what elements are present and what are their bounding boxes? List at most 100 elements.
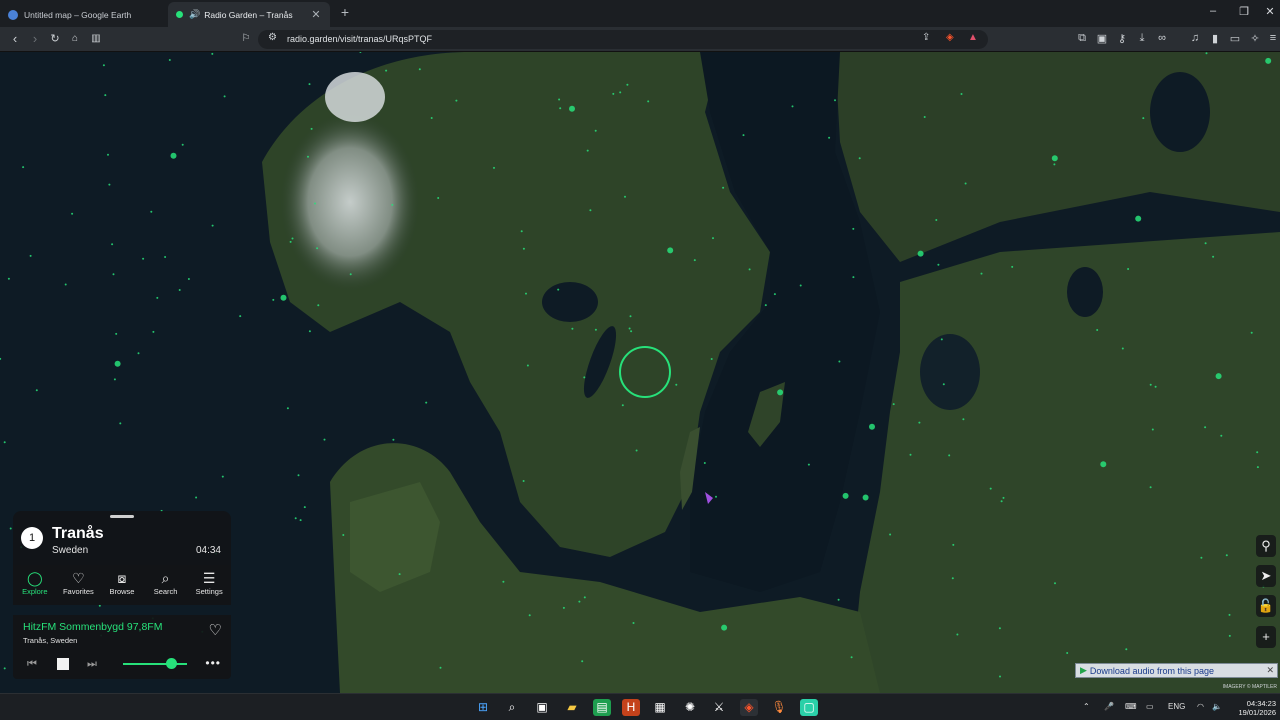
station-dot[interactable]: [9, 527, 12, 530]
station-dot[interactable]: [525, 292, 527, 295]
station-dot[interactable]: [1100, 461, 1107, 468]
station-dot[interactable]: [909, 453, 912, 456]
locate-icon[interactable]: ➤: [1256, 565, 1276, 587]
station-dot[interactable]: [850, 656, 853, 659]
station-dot[interactable]: [748, 268, 751, 271]
station-dot[interactable]: [635, 449, 638, 452]
station-dot[interactable]: [211, 224, 214, 227]
volume-track[interactable]: [123, 663, 187, 665]
station-dot[interactable]: [223, 95, 226, 98]
station-dot[interactable]: [181, 143, 184, 146]
station-dot[interactable]: [150, 210, 153, 213]
station-dot[interactable]: [299, 519, 302, 522]
station-dot[interactable]: [308, 330, 311, 333]
station-dot[interactable]: [29, 254, 32, 257]
station-dot[interactable]: [960, 93, 963, 95]
station-dot[interactable]: [667, 247, 674, 254]
station-dot[interactable]: [799, 284, 802, 287]
station-dot[interactable]: [581, 660, 584, 663]
station-dot[interactable]: [178, 289, 181, 291]
reader-icon[interactable]: ▮: [1208, 32, 1222, 45]
station-dot[interactable]: [571, 327, 574, 330]
brave-shields-icon[interactable]: ◈: [946, 32, 954, 43]
station-dot[interactable]: [0, 357, 2, 360]
station-dot[interactable]: [693, 259, 696, 262]
search-icon[interactable]: ⌕: [503, 699, 521, 716]
station-dot[interactable]: [583, 376, 586, 379]
station-dot[interactable]: [838, 360, 841, 363]
minimize-icon[interactable]: –: [1205, 5, 1221, 17]
station-dot[interactable]: [612, 92, 615, 95]
station-dot[interactable]: [1011, 265, 1014, 268]
station-dot[interactable]: [137, 352, 140, 355]
nav-settings[interactable]: ☰ Settings: [187, 565, 231, 605]
station-dot[interactable]: [314, 202, 316, 205]
nav-browse[interactable]: ⧇ Browse: [100, 565, 144, 605]
station-dot[interactable]: [632, 622, 635, 624]
station-dot[interactable]: [935, 219, 938, 221]
maximize-icon[interactable]: ❐: [1236, 5, 1252, 18]
station-dot[interactable]: [948, 454, 951, 457]
station-dot[interactable]: [323, 438, 326, 441]
home-icon[interactable]: ⌂: [67, 31, 83, 47]
station-dot[interactable]: [1215, 373, 1222, 380]
station-dot[interactable]: [286, 407, 289, 410]
station-dot[interactable]: [712, 237, 714, 240]
station-dot[interactable]: [951, 577, 954, 580]
favorite-heart-icon[interactable]: ♡: [209, 621, 222, 639]
station-dot[interactable]: [1149, 486, 1152, 489]
station-dot[interactable]: [297, 474, 300, 477]
file-explorer-icon[interactable]: ▰: [563, 699, 581, 716]
station-dot[interactable]: [889, 533, 892, 536]
station-dot[interactable]: [64, 283, 67, 286]
station-dot[interactable]: [316, 247, 319, 250]
station-dot[interactable]: [520, 230, 523, 233]
station-dot[interactable]: [1204, 242, 1207, 245]
station-dot[interactable]: [629, 315, 632, 318]
station-dot[interactable]: [675, 383, 678, 386]
volume-knob[interactable]: [166, 658, 177, 669]
station-dot[interactable]: [168, 59, 171, 61]
station-dot[interactable]: [1250, 331, 1253, 334]
station-dot[interactable]: [1205, 52, 1208, 55]
station-dot[interactable]: [937, 263, 940, 266]
station-dot[interactable]: [837, 598, 840, 601]
station-dot[interactable]: [569, 105, 575, 112]
station-dot[interactable]: [558, 98, 561, 101]
station-dot[interactable]: [1256, 451, 1259, 454]
station-dot[interactable]: [349, 273, 352, 276]
display-icon[interactable]: ▭: [1146, 702, 1154, 711]
station-dot[interactable]: [391, 203, 394, 206]
station-dot[interactable]: [621, 404, 624, 407]
wallet-icon[interactable]: ▭: [1228, 32, 1242, 45]
station-dot[interactable]: [1265, 57, 1272, 64]
station-dot[interactable]: [107, 153, 109, 156]
station-dot[interactable]: [430, 117, 433, 119]
new-tab-button[interactable]: +: [338, 4, 352, 20]
station-dot[interactable]: [1256, 466, 1259, 469]
station-dot[interactable]: [619, 91, 622, 94]
station-dot[interactable]: [852, 276, 855, 279]
download-icon[interactable]: ⤓: [1135, 32, 1149, 45]
station-dot[interactable]: [1228, 634, 1231, 637]
balloon-icon[interactable]: ⚲: [1256, 535, 1276, 557]
station-dot[interactable]: [398, 573, 401, 576]
station-dot[interactable]: [862, 494, 869, 501]
station-dot[interactable]: [989, 487, 992, 490]
station-dot[interactable]: [342, 534, 345, 536]
station-dot[interactable]: [980, 272, 983, 275]
station-dot[interactable]: [418, 68, 421, 71]
station-dot[interactable]: [589, 209, 592, 212]
station-dot[interactable]: [773, 293, 776, 296]
station-dot[interactable]: [586, 149, 589, 152]
station-dot[interactable]: [952, 543, 955, 546]
station-dot[interactable]: [1142, 117, 1145, 120]
start-icon[interactable]: ⊞: [474, 699, 492, 716]
app-h-icon[interactable]: H: [622, 699, 640, 716]
extensions-icon[interactable]: ⧉: [1075, 32, 1089, 45]
close-download-icon[interactable]: ✕: [1266, 665, 1277, 676]
station-dot[interactable]: [583, 596, 586, 599]
station-dot[interactable]: [1096, 329, 1099, 331]
station-dot[interactable]: [1135, 215, 1142, 222]
spreadsheet-app-icon[interactable]: ▤: [593, 699, 611, 716]
